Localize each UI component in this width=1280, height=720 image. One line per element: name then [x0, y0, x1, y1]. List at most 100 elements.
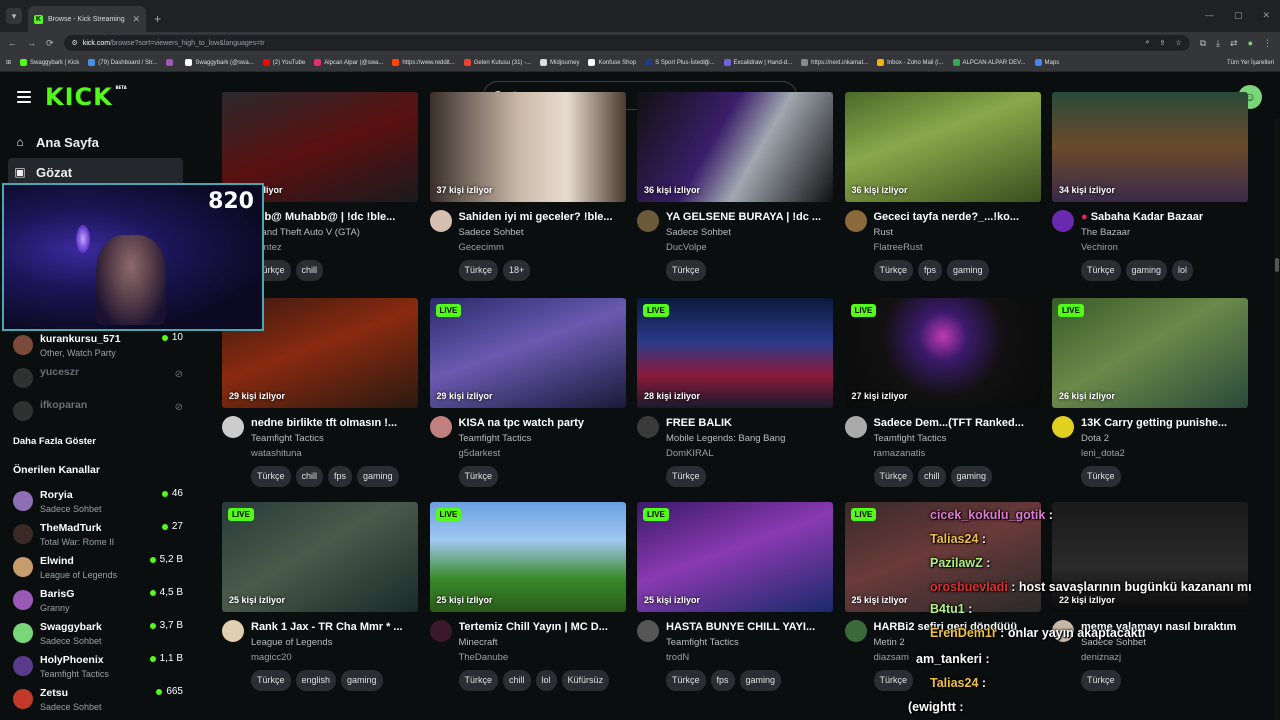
stream-category[interactable]: Teamfight Tactics — [251, 431, 418, 446]
stream-tag[interactable]: Türkçe — [1081, 466, 1121, 487]
stream-tag[interactable]: chill — [295, 260, 324, 281]
stream-tag[interactable]: Türkçe — [873, 670, 914, 691]
stream-category[interactable]: Dota 2 — [1081, 431, 1248, 446]
stream-title[interactable]: Gececi tayfa nerde?_...!ko... — [874, 210, 1041, 225]
streamer-name[interactable]: watashituna — [251, 446, 418, 461]
share-icon[interactable]: ⇪ — [1159, 39, 1165, 47]
stream-card[interactable]: LIVE 25 kişi izliyor Rank 1 Jax - TR Cha M… — [222, 502, 418, 691]
stream-title[interactable]: ● Sabaha Kadar Bazaar — [1081, 210, 1248, 225]
recommended-channel[interactable]: Elwind League of Legends 5,2 B — [13, 554, 183, 584]
stream-tag[interactable]: Türkçe — [458, 260, 499, 281]
bookmark-item[interactable]: Maps — [1034, 59, 1059, 66]
stream-tag[interactable]: fps — [710, 670, 735, 691]
extensions-icon[interactable]: ⧉ — [1200, 38, 1206, 49]
bookmark-item[interactable]: Swaggybark | Kick — [20, 59, 79, 66]
download-icon[interactable]: ⤓ — [1216, 38, 1220, 49]
stream-tag[interactable]: Küfürsüz — [561, 670, 610, 691]
streamer-avatar[interactable] — [222, 416, 244, 438]
nav-browse[interactable]: ▣ Gözat — [8, 158, 183, 186]
stream-tag[interactable]: Türkçe — [458, 670, 499, 691]
stream-card[interactable]: 34 kişi izliyor ● Sabaha Kadar Bazaar The … — [1052, 92, 1248, 281]
streamer-name[interactable]: Vechiron — [1081, 240, 1248, 255]
bookmark-item[interactable]: (79) Dashboard / Str... — [88, 59, 157, 66]
stream-title[interactable]: ohb@ Muhabb@ | !dc !ble... — [251, 210, 418, 225]
bookmark-item[interactable] — [166, 59, 176, 66]
streamer-avatar[interactable] — [1052, 620, 1074, 642]
stream-title[interactable]: HARBi2 sefiri geri döndüüü — [874, 620, 1041, 635]
menu-icon[interactable]: ⋮ — [1263, 38, 1272, 49]
stream-tag[interactable]: chill — [918, 466, 946, 487]
streamer-avatar[interactable] — [1052, 416, 1074, 438]
stream-category[interactable]: Sadece Sohbet — [666, 225, 833, 240]
browser-tab[interactable]: K Browse - Kick Streaming ✕ — [28, 6, 146, 32]
stream-tag[interactable]: fps — [328, 466, 353, 487]
bookmark-item[interactable]: Gelen Kutusu (31) -... — [463, 59, 531, 66]
stream-card[interactable]: LIVE 28 kişi izliyor FREE BALIK Mobile Lege… — [637, 298, 833, 487]
stream-category[interactable]: Minecraft — [459, 635, 626, 650]
stream-tag[interactable]: Türkçe — [1081, 260, 1121, 281]
all-bookmarks-link[interactable]: Tüm Yer İşaretleri — [1227, 60, 1274, 66]
streamer-name[interactable]: magicc20 — [251, 650, 418, 665]
stream-title[interactable]: FREE BALIK — [666, 416, 833, 431]
stream-thumbnail[interactable]: LIVE 25 kişi izliyor — [222, 502, 418, 612]
stream-tag[interactable]: Türkçe — [458, 466, 499, 487]
page-scrollbar[interactable] — [1274, 118, 1280, 720]
stream-tag[interactable]: gaming — [1125, 260, 1168, 281]
stream-tag[interactable]: gaming — [950, 466, 993, 487]
forward-icon[interactable]: → — [27, 38, 36, 48]
stream-category[interactable]: Teamfight Tactics — [459, 431, 626, 446]
streamer-avatar[interactable] — [1052, 210, 1074, 232]
stream-category[interactable]: Mobile Legends: Bang Bang — [666, 431, 833, 446]
streamer-name[interactable]: Gececimm — [459, 240, 626, 255]
stream-title[interactable]: Sadece Dem...(TFT Ranked... — [874, 416, 1041, 431]
streamer-avatar[interactable] — [637, 210, 659, 232]
stream-card[interactable]: LIVE 27 kişi izliyor Sadece Dem...(TFT Ran… — [844, 298, 1041, 487]
stream-card[interactable]: 36 kişi izliyor YA GELSENE BURAYA | !dc .… — [637, 92, 833, 281]
new-tab-button[interactable]: + — [154, 12, 161, 26]
bookmark-item[interactable]: Swaggybark (@swa... — [185, 59, 254, 66]
streamer-name[interactable]: deniznazj — [1081, 650, 1248, 665]
stream-card[interactable]: 37 kişi izliyor Sahiden iyi mi geceler? !… — [429, 92, 626, 281]
stream-title[interactable]: 13K Carry getting punishe... — [1081, 416, 1248, 431]
stream-category[interactable]: Sadece Sohbet — [1081, 635, 1248, 650]
stream-thumbnail[interactable]: LIVE 26 kişi izliyor — [1052, 298, 1248, 408]
stream-tag[interactable]: chill — [295, 466, 324, 487]
bookmark-item[interactable]: Midjourney — [540, 59, 579, 66]
tab-search-button[interactable]: ▾ — [6, 8, 22, 24]
streamer-avatar[interactable] — [222, 620, 244, 642]
stream-title[interactable]: Tertemiz Chill Yayın | MC D... — [459, 620, 626, 635]
reload-icon[interactable]: ⟳ — [46, 38, 54, 49]
stream-card[interactable]: 22 kişi izliyor meme yalamayı nasıl bırak… — [1052, 502, 1248, 691]
stream-thumbnail[interactable]: 22 kişi izliyor — [1052, 502, 1248, 612]
bookmark-item[interactable]: Konfuse Shop — [588, 59, 636, 66]
kick-logo[interactable]: KICK BETA — [45, 83, 127, 111]
zoom-icon[interactable]: ⌕ — [1146, 39, 1150, 47]
scrollbar-thumb[interactable] — [1275, 258, 1279, 272]
stream-tag[interactable]: Türkçe — [666, 466, 706, 487]
stream-category[interactable]: Metin 2 — [874, 635, 1041, 650]
streamer-name[interactable]: DucVolpe — [666, 240, 833, 255]
bookmark-item[interactable]: https://www.reddit... — [392, 59, 455, 66]
stream-tag[interactable]: lol — [535, 670, 557, 691]
followed-channel[interactable]: ifkoparan ⊘ — [13, 398, 183, 428]
streamer-name[interactable]: ramazanatis — [874, 446, 1041, 461]
stream-tag[interactable]: Türkçe — [1081, 670, 1121, 691]
stream-category[interactable]: Teamfight Tactics — [666, 635, 833, 650]
streamer-avatar[interactable] — [637, 620, 659, 642]
stream-category[interactable]: Grand Theft Auto V (GTA) — [251, 225, 418, 240]
streamer-name[interactable]: FlatreeRust — [874, 240, 1041, 255]
stream-title[interactable]: HASTA BUNYE CHILL YAYI... — [666, 620, 833, 635]
stream-tag[interactable]: gaming — [947, 260, 989, 281]
stream-title[interactable]: Sahiden iyi mi geceler? !ble... — [459, 210, 626, 225]
stream-card[interactable]: 36 kişi izliyor Gececi tayfa nerde?_...!k… — [844, 92, 1041, 281]
stream-category[interactable]: Teamfight Tactics — [874, 431, 1041, 446]
streamer-avatar[interactable] — [844, 620, 867, 642]
stream-title[interactable]: meme yalamayı nasıl bıraktım — [1081, 620, 1248, 635]
stream-card[interactable]: LIVE 29 kişi izliyor KISA na tpc watch par… — [429, 298, 626, 487]
followed-channel[interactable]: yuceszr ⊘ — [13, 365, 183, 395]
stream-tag[interactable]: Türkçe — [666, 260, 706, 281]
recommended-channel[interactable]: Roryia Sadece Sohbet 46 — [13, 488, 183, 518]
stream-title[interactable]: nedne birlikte tft olmasın !... — [251, 416, 418, 431]
minimize-icon[interactable]: — — [1205, 10, 1214, 21]
stream-tag[interactable]: fps — [918, 260, 943, 281]
